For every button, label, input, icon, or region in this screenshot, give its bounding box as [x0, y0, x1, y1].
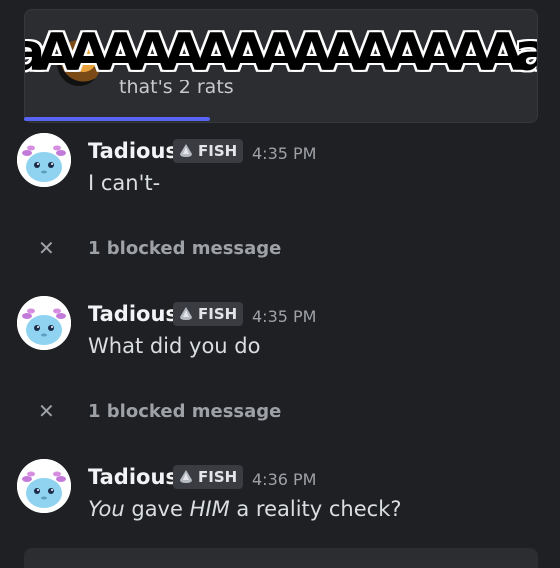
guild-tag[interactable]: FISH [173, 465, 244, 489]
blocked-message-label[interactable]: 1 blocked message [88, 238, 281, 259]
media-progress-bar[interactable] [24, 117, 210, 121]
blocked-message-row[interactable]: ✕ 1 blocked message [0, 236, 560, 266]
guild-tag[interactable]: FISH [173, 139, 244, 163]
username[interactable]: Tadious [88, 302, 178, 326]
message-text-part: a reality check? [229, 497, 402, 521]
message-text-part: You [88, 497, 125, 521]
timestamp: 4:35 PM [252, 144, 317, 163]
message-text: I can't- [88, 171, 161, 195]
tag-label: FISH [198, 468, 238, 486]
media-embed[interactable]: aAAAAAAAAAAAAAAAa that's 2 rats [24, 9, 538, 123]
composer-bar[interactable] [24, 548, 538, 568]
blocked-message-label[interactable]: 1 blocked message [88, 401, 281, 422]
timestamp: 4:35 PM [252, 307, 317, 326]
tag-icon [180, 144, 192, 157]
avatar[interactable] [17, 459, 71, 513]
axolotl-avatar-icon [17, 133, 71, 187]
blocked-message-row[interactable]: ✕ 1 blocked message [0, 399, 560, 429]
tag-label: FISH [198, 305, 238, 323]
close-icon[interactable]: ✕ [38, 236, 55, 260]
tag-icon [180, 470, 192, 483]
message-text: You gave HIM a reality check? [88, 497, 402, 521]
guild-tag[interactable]: FISH [173, 302, 244, 326]
username[interactable]: Tadious [88, 139, 178, 163]
message-item[interactable]: Tadious FISH 4:35 PM I can't- [0, 133, 560, 203]
avatar[interactable] [17, 133, 71, 187]
message-item[interactable]: Tadious FISH 4:35 PM What did you do [0, 296, 560, 366]
timestamp: 4:36 PM [252, 470, 317, 489]
axolotl-avatar-icon [17, 459, 71, 513]
tag-icon [180, 307, 192, 320]
axolotl-avatar-icon [17, 296, 71, 350]
message-text-part: HIM [189, 497, 230, 521]
message-item[interactable]: Tadious FISH 4:36 PM You gave HIM a real… [0, 459, 560, 529]
tag-label: FISH [198, 142, 238, 160]
embed-meme-text: aAAAAAAAAAAAAAAAa [24, 23, 538, 83]
username[interactable]: Tadious [88, 465, 178, 489]
message-text: What did you do [88, 334, 261, 358]
message-text-part: gave [124, 497, 190, 521]
close-icon[interactable]: ✕ [38, 399, 55, 423]
avatar[interactable] [17, 296, 71, 350]
